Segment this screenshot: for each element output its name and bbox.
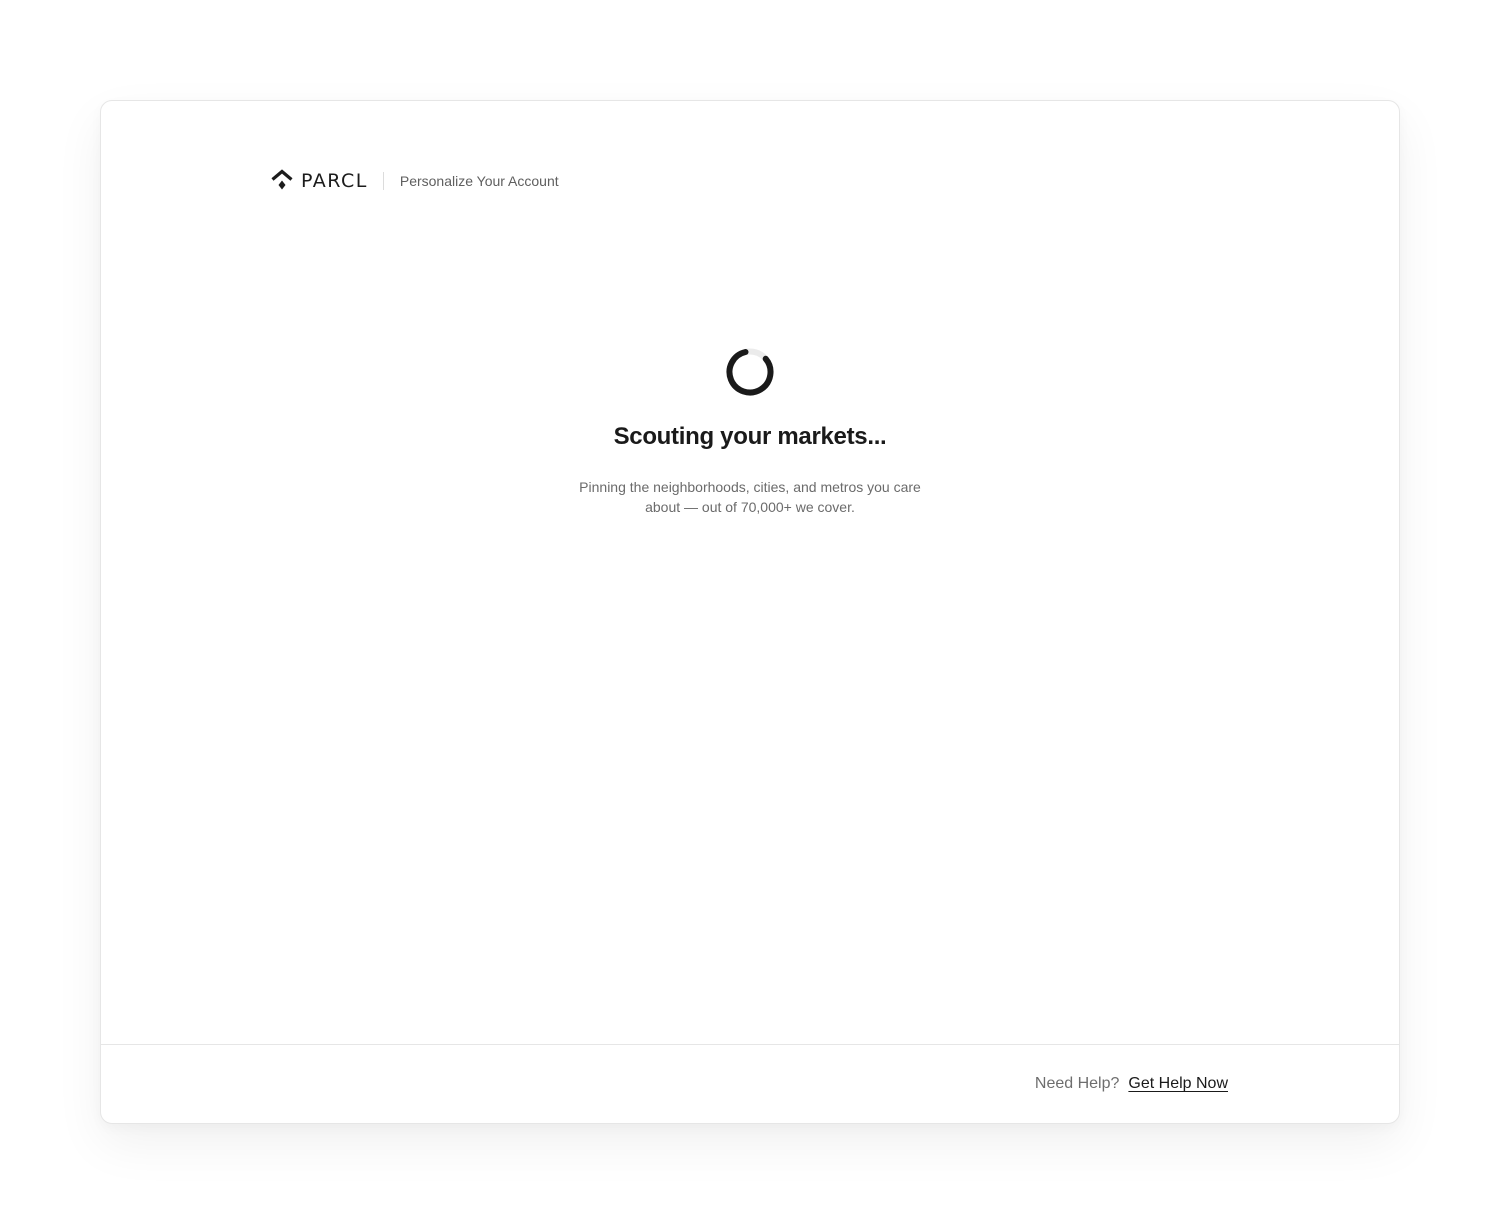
footer: Need Help? Get Help Now	[101, 1044, 1399, 1123]
parcl-logo-icon	[271, 169, 293, 190]
parcl-logo[interactable]: PARCL	[271, 167, 368, 195]
page-title: Personalize Your Account	[399, 173, 559, 189]
spinner-icon	[726, 348, 774, 396]
header-divider	[382, 172, 384, 190]
loading-title: Scouting your markets...	[613, 423, 887, 450]
onboarding-card: PARCL Personalize Your Account Scouting …	[100, 100, 1400, 1124]
loading-state: Scouting your markets... Pinning the nei…	[101, 347, 1399, 517]
logo-wordmark: PARCL	[301, 170, 368, 192]
get-help-link[interactable]: Get Help Now	[1128, 1075, 1228, 1093]
loading-description: Pinning the neighborhoods, cities, and m…	[579, 479, 921, 515]
help-prompt: Need Help?	[1034, 1075, 1120, 1092]
help-section: Need Help? Get Help Now	[1035, 1045, 1228, 1123]
header: PARCL Personalize Your Account	[271, 167, 559, 195]
